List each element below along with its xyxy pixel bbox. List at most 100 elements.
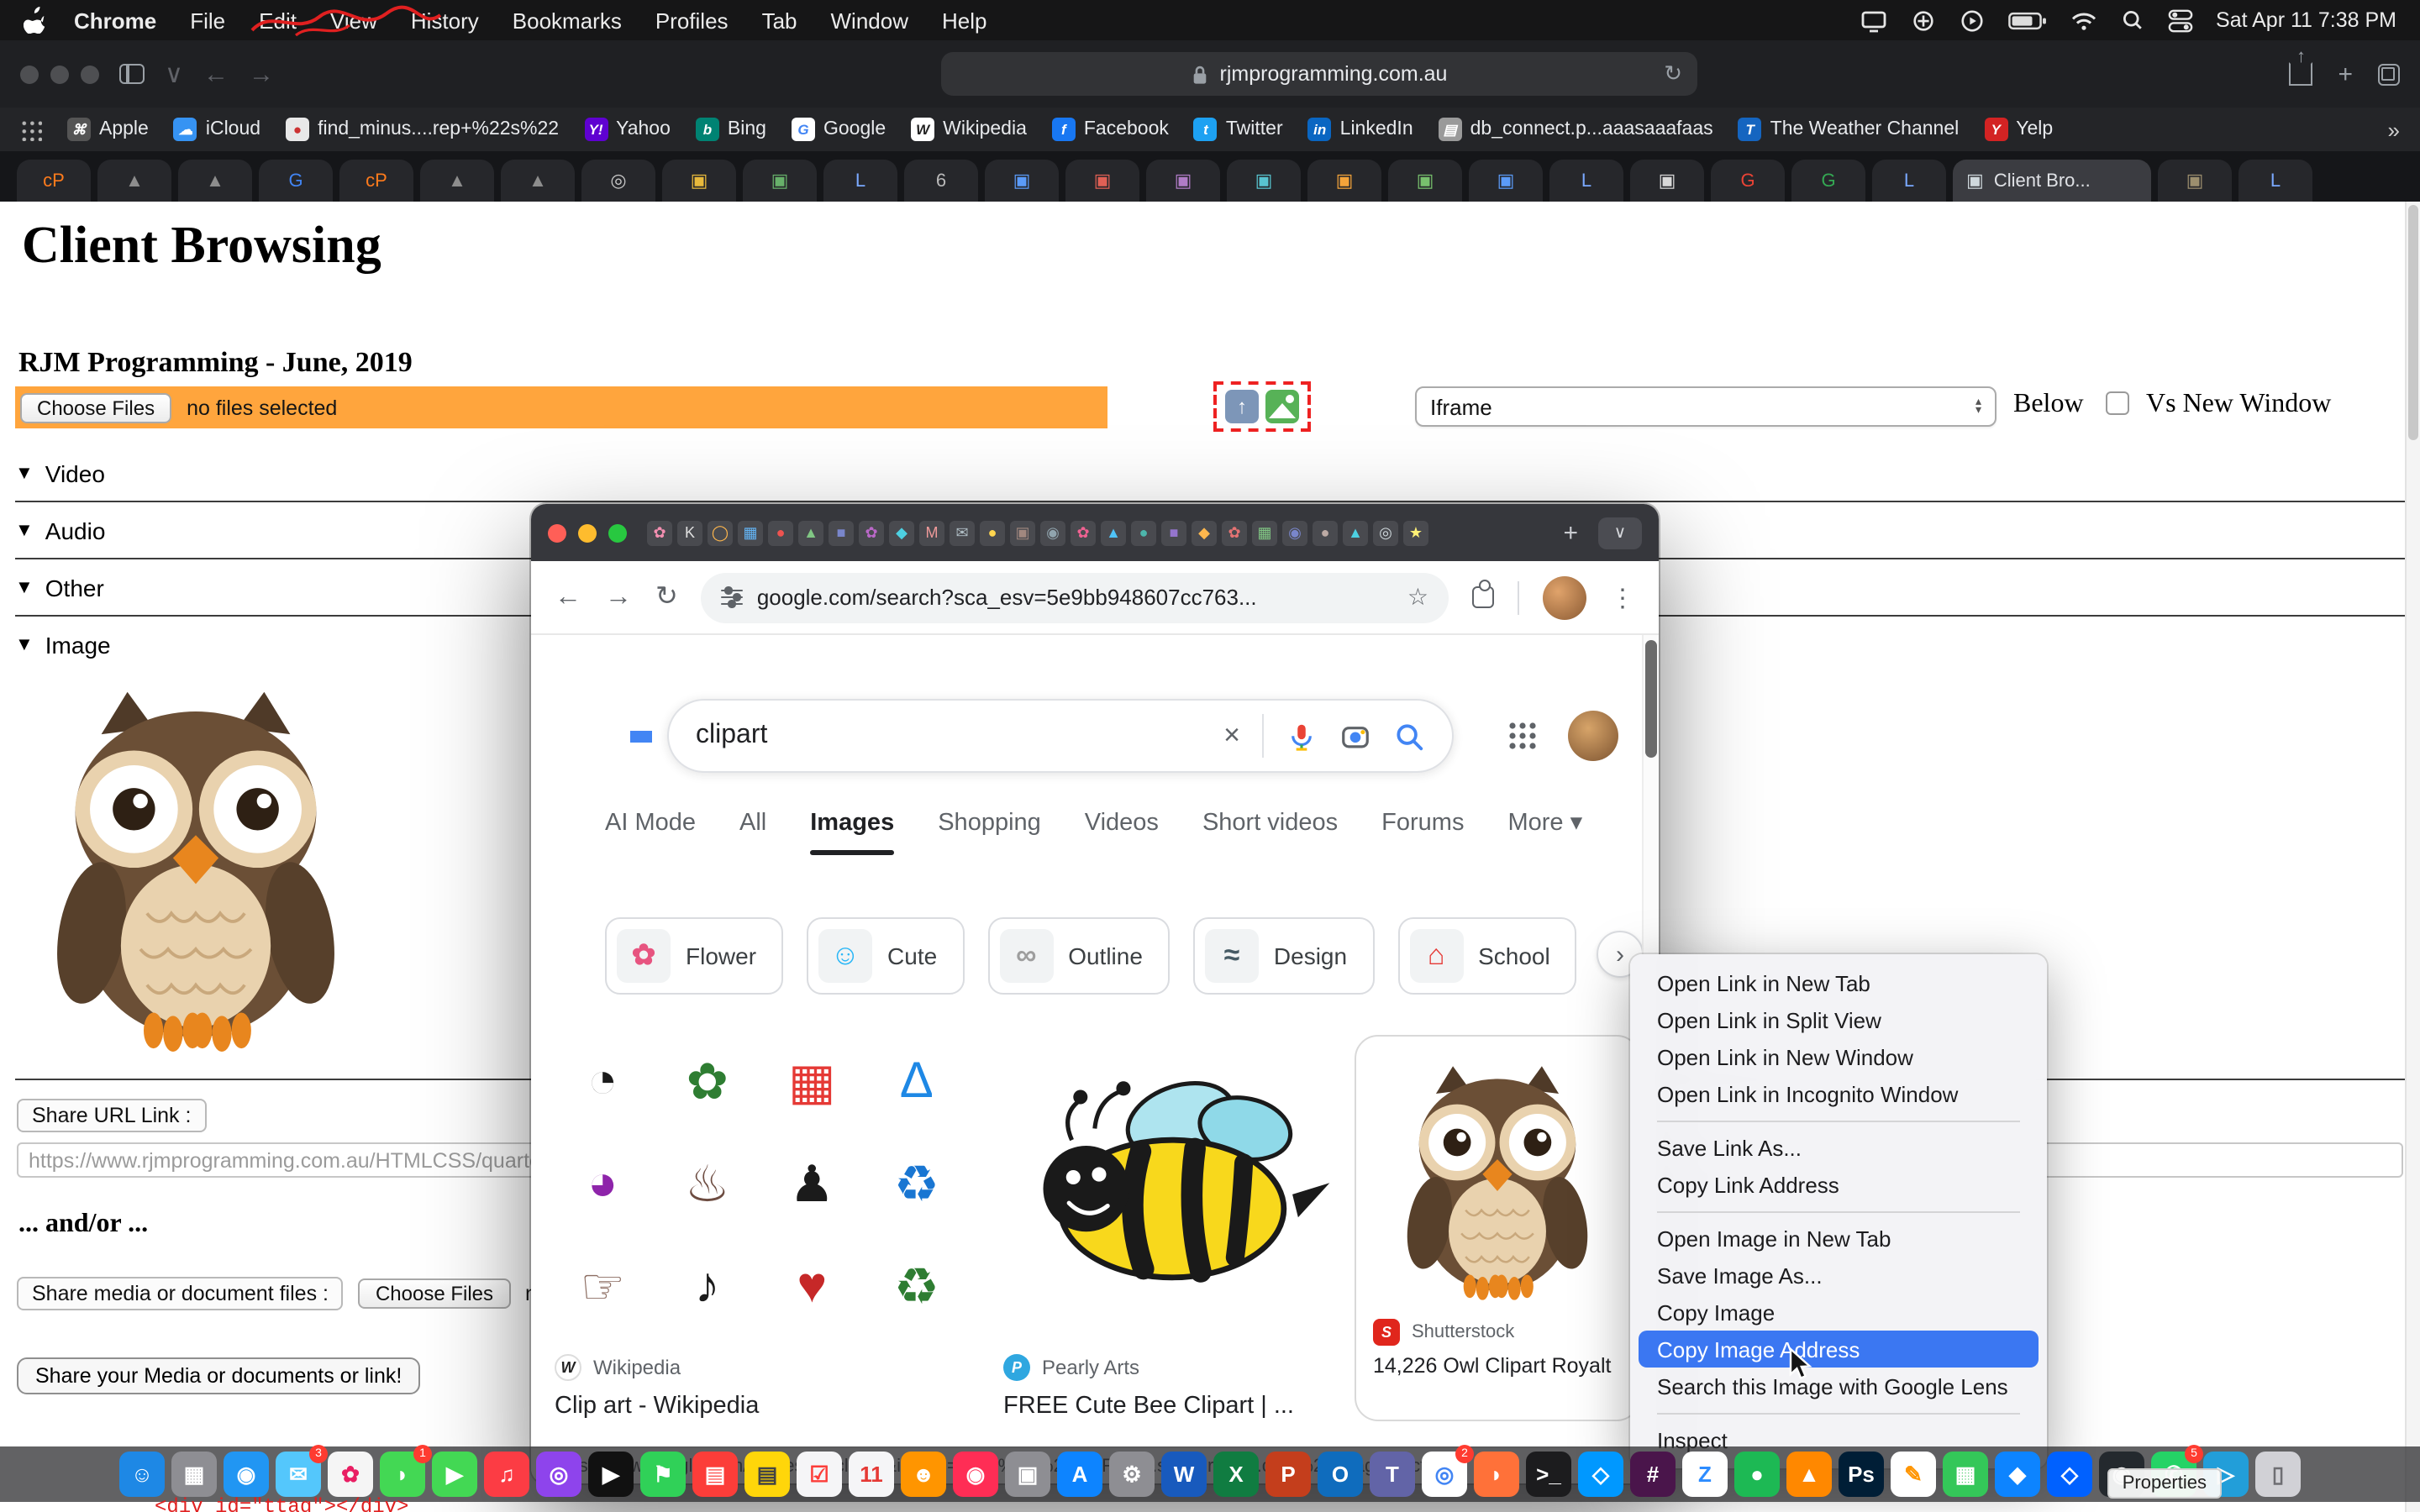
dock-app-icon[interactable]: ⚙ bbox=[1109, 1452, 1155, 1497]
search-icon[interactable] bbox=[2120, 8, 2144, 32]
dock-app-icon[interactable]: ▶ bbox=[588, 1452, 634, 1497]
bookmark-item[interactable]: Y! Yahoo bbox=[584, 118, 671, 141]
menu-bar-item[interactable]: Chrome bbox=[57, 8, 173, 33]
browser-tab[interactable]: ▣ bbox=[662, 160, 736, 202]
apps-grid-icon[interactable] bbox=[20, 118, 42, 140]
browser-tab[interactable]: 6 bbox=[904, 160, 978, 202]
browser-tab[interactable]: ▲ bbox=[97, 160, 171, 202]
browser-tab[interactable]: ▲ bbox=[420, 160, 494, 202]
popup-forward-icon[interactable]: → bbox=[605, 584, 632, 611]
search-tab[interactable]: Videos bbox=[1085, 810, 1159, 855]
popup-tab-favicon[interactable]: ◉ bbox=[1282, 520, 1307, 545]
dock-app-icon[interactable]: ✉ 3 bbox=[276, 1452, 321, 1497]
dock-app-icon[interactable]: 11 bbox=[849, 1452, 894, 1497]
browser-tab[interactable]: G bbox=[1791, 160, 1865, 202]
popup-tab-favicon[interactable]: ◉ bbox=[1040, 520, 1065, 545]
popup-reload-icon[interactable]: ↻ bbox=[655, 584, 678, 611]
google-search-box[interactable]: clipart × bbox=[667, 699, 1454, 773]
popup-tab-favicon[interactable]: ■ bbox=[829, 520, 854, 545]
context-menu-item[interactable]: Save Image As... bbox=[1639, 1257, 2039, 1294]
dock-app-icon[interactable]: ✎ bbox=[1891, 1452, 1936, 1497]
popup-tab-favicon[interactable]: ◎ bbox=[1373, 520, 1398, 545]
context-menu-item[interactable]: Open Link in New Tab bbox=[1639, 964, 2039, 1001]
dock-app-icon[interactable]: ♫ bbox=[484, 1452, 529, 1497]
dock-app-icon[interactable]: W bbox=[1161, 1452, 1207, 1497]
share-choose-files-button[interactable]: Choose Files bbox=[359, 1278, 510, 1309]
menu-bar-item[interactable]: Bookmarks bbox=[496, 8, 639, 33]
popup-tab-favicon[interactable]: ▣ bbox=[1010, 520, 1035, 545]
share-icon[interactable]: ↑ bbox=[2289, 62, 2312, 86]
menu-bar-item[interactable]: History bbox=[394, 8, 496, 33]
bookmark-item[interactable]: b Bing bbox=[696, 118, 766, 141]
image-filter-chip[interactable]: ≈ Design bbox=[1193, 917, 1374, 995]
result-collage-tile[interactable]: ◔✿▦Δ◕♨♟♻☞♪♥♻ bbox=[555, 1035, 965, 1334]
context-menu-item[interactable] bbox=[1657, 1120, 2020, 1121]
image-filter-chip[interactable]: ☺ Cute bbox=[807, 917, 964, 995]
browser-tab[interactable]: G bbox=[1711, 160, 1785, 202]
browser-tab[interactable]: L bbox=[1872, 160, 1946, 202]
forward-icon[interactable]: → bbox=[249, 61, 274, 87]
bookmark-item[interactable]: G Google bbox=[792, 118, 886, 141]
popup-tab-favicon[interactable]: ✿ bbox=[859, 520, 884, 545]
browser-tab[interactable]: ◎ bbox=[581, 160, 655, 202]
dock-app-icon[interactable]: ◎ bbox=[536, 1452, 581, 1497]
zoom-button[interactable] bbox=[81, 65, 99, 83]
popup-address-bar[interactable]: google.com/search?sca_esv=5e9bb948607cc7… bbox=[702, 572, 1449, 622]
popup-tab-search-icon[interactable]: ∨ bbox=[1598, 517, 1642, 549]
browser-tab[interactable]: cP bbox=[339, 160, 413, 202]
image-icon[interactable] bbox=[1265, 390, 1299, 423]
extensions-icon[interactable] bbox=[1472, 586, 1494, 608]
dock-app-icon[interactable]: ☻ bbox=[901, 1452, 946, 1497]
section-toggle[interactable]: ▼ Video bbox=[15, 457, 2405, 491]
tab-overview-icon[interactable] bbox=[2378, 63, 2400, 85]
popup-tab-favicon[interactable]: ▦ bbox=[738, 520, 763, 545]
dock-app-icon[interactable]: ▲ bbox=[1786, 1452, 1832, 1497]
sidebar-chevron-icon[interactable]: ∨ bbox=[165, 61, 183, 87]
dock-app-icon[interactable]: ✿ bbox=[328, 1452, 373, 1497]
context-menu-item[interactable] bbox=[1657, 1412, 2020, 1414]
dock-app-icon[interactable]: ◇ bbox=[2047, 1452, 2092, 1497]
google-apps-icon[interactable] bbox=[1507, 721, 1538, 751]
popup-tab-favicon[interactable]: ✿ bbox=[1071, 520, 1096, 545]
dock-app-icon[interactable]: ▯ bbox=[2255, 1452, 2301, 1497]
context-menu-item[interactable]: Copy Image bbox=[1639, 1294, 2039, 1331]
popup-tab-favicon[interactable]: ● bbox=[768, 520, 793, 545]
search-tab[interactable]: Short videos bbox=[1202, 810, 1338, 855]
page-scrollbar[interactable] bbox=[2405, 202, 2420, 1512]
menu-bar-item[interactable]: Window bbox=[814, 8, 926, 33]
popup-back-icon[interactable]: ← bbox=[555, 584, 581, 611]
dock-app-icon[interactable]: ▣ bbox=[1005, 1452, 1050, 1497]
search-tab[interactable]: Shopping bbox=[938, 810, 1041, 855]
popup-tab-favicon[interactable]: ● bbox=[1313, 520, 1338, 545]
dock-app-icon[interactable]: # bbox=[1630, 1452, 1676, 1497]
context-menu-item[interactable]: Save Link As... bbox=[1639, 1129, 2039, 1166]
owl-result-image[interactable] bbox=[1392, 1057, 1603, 1305]
result-title[interactable]: 14,226 Owl Clipart Royalt bbox=[1373, 1354, 1622, 1378]
dock-app-icon[interactable]: ◗ 1 bbox=[380, 1452, 425, 1497]
dock-app-icon[interactable]: ▶ bbox=[432, 1452, 477, 1497]
browser-tab[interactable]: G bbox=[259, 160, 333, 202]
battery-icon[interactable] bbox=[2007, 11, 2046, 29]
dock-app-icon[interactable]: ◆ bbox=[1995, 1452, 2040, 1497]
bookmark-item[interactable]: ● find_minus....rep+%22s%22 bbox=[286, 118, 559, 141]
popup-tab-favicon[interactable]: ▦ bbox=[1252, 520, 1277, 545]
browser-tab[interactable]: ▣ bbox=[1227, 160, 1301, 202]
popup-tab-favicon[interactable]: ★ bbox=[1403, 520, 1428, 545]
browser-tab[interactable]: ▣ bbox=[1065, 160, 1139, 202]
popup-close-button[interactable] bbox=[548, 523, 566, 542]
dock-app-icon[interactable]: O bbox=[1318, 1452, 1363, 1497]
bookmarks-overflow-chevron[interactable]: » bbox=[2388, 117, 2400, 142]
browser-tab[interactable]: ▲ bbox=[501, 160, 575, 202]
dock-app-icon[interactable]: T bbox=[1370, 1452, 1415, 1497]
target-select[interactable]: Iframe ▴ ▾ bbox=[1415, 386, 1996, 427]
browser-tab[interactable]: L bbox=[1549, 160, 1623, 202]
popup-scrollbar-thumb[interactable] bbox=[1644, 640, 1656, 758]
context-menu-item[interactable]: Open Image in New Tab bbox=[1639, 1220, 2039, 1257]
popup-new-tab-icon[interactable]: + bbox=[1549, 518, 1591, 547]
page-scrollbar-thumb[interactable] bbox=[2408, 205, 2418, 440]
search-tab[interactable]: AI Mode bbox=[605, 810, 696, 855]
search-submit-icon[interactable] bbox=[1393, 720, 1425, 752]
screen-mirroring-icon[interactable] bbox=[1910, 8, 1935, 33]
browser-tab[interactable]: ▣ Client Bro... bbox=[1953, 160, 2151, 202]
search-tab[interactable]: Forums bbox=[1381, 810, 1464, 855]
